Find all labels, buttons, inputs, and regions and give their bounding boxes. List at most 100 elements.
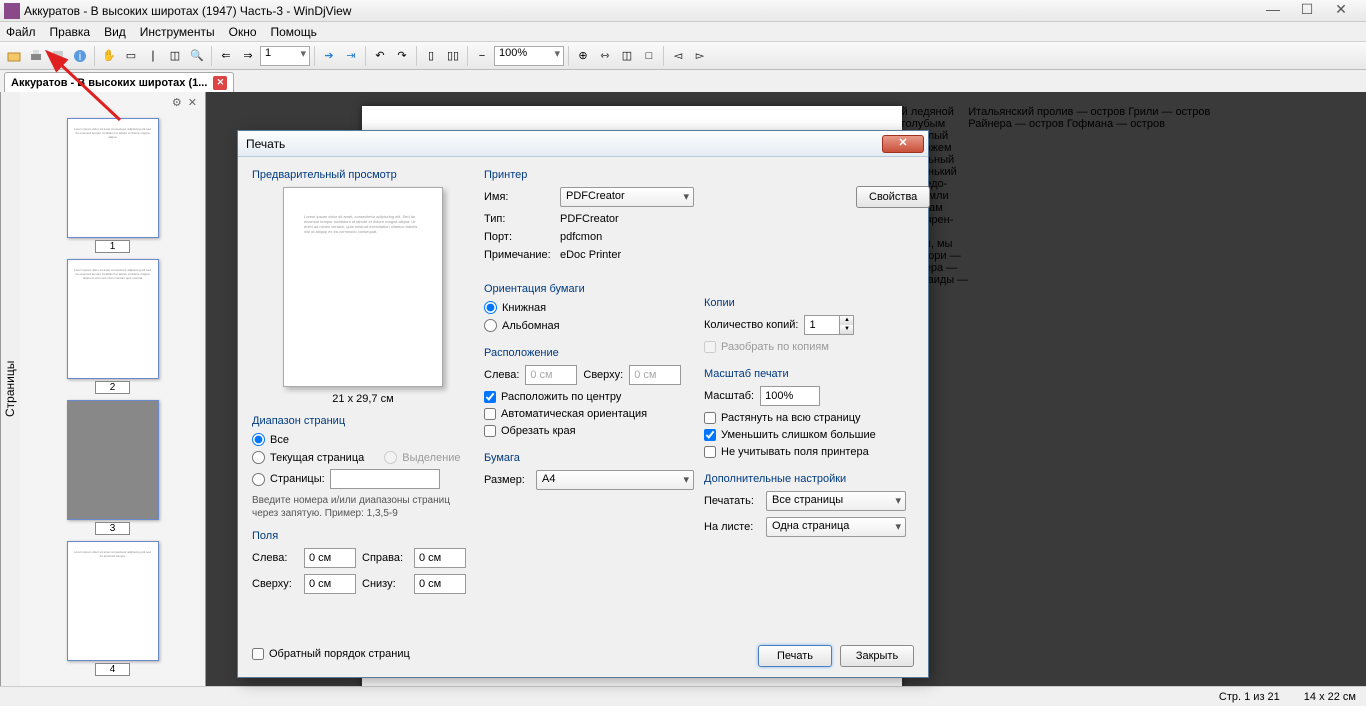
minimize-button[interactable]: — [1260, 4, 1286, 18]
thumb-2[interactable]: Lorem ipsum dolor sit amet consectetur a… [67, 259, 159, 394]
dialog-titlebar[interactable]: Печать ✕ [238, 131, 928, 157]
layout-top-input[interactable] [629, 365, 681, 385]
text-select-icon[interactable]: ❘ [143, 46, 163, 66]
margin-bottom-input[interactable] [414, 574, 466, 594]
orient-landscape[interactable]: Альбомная [484, 319, 694, 332]
open-icon[interactable] [4, 46, 24, 66]
margin-top-input[interactable] [304, 574, 356, 594]
scale-fit[interactable]: Растянуть на всю страницу [704, 412, 906, 424]
zoom-in-icon[interactable]: ⊕ [573, 46, 593, 66]
orient-portrait[interactable]: Книжная [484, 301, 694, 314]
rotate-ccw-icon[interactable]: ↶ [370, 46, 390, 66]
fit-width-icon[interactable]: ⇿ [595, 46, 615, 66]
layout-center[interactable]: Расположить по центру [484, 391, 694, 403]
marquee-icon[interactable]: ◫ [165, 46, 185, 66]
margin-left-input[interactable] [304, 548, 356, 568]
menu-tools[interactable]: Инструменты [140, 25, 215, 39]
find-prev-icon[interactable]: ◅ [668, 46, 688, 66]
paper-title: Бумага [484, 452, 694, 464]
range-current[interactable]: Текущая страница [252, 451, 364, 464]
save-icon [48, 46, 68, 66]
next-page-icon[interactable]: ⇒ [238, 46, 258, 66]
svg-text:i: i [79, 51, 81, 63]
sidebar-title[interactable]: Страницы [0, 92, 20, 686]
extra-print-combo[interactable]: Все страницы [766, 491, 906, 511]
page-text-bottom: Итальянский пролив — остров Грили — остр… [968, 106, 1210, 686]
extra-title: Дополнительные настройки [704, 473, 906, 485]
scale-ignore[interactable]: Не учитывать поля принтера [704, 446, 906, 458]
scale-input[interactable] [760, 386, 820, 406]
panel-close-icon[interactable]: ✕ [188, 96, 197, 112]
copies-group: Копии Количество копий: ▲▼ Разобрать по … [704, 297, 906, 358]
range-selection: Выделение [384, 451, 460, 464]
dialog-close-icon[interactable]: ✕ [882, 135, 924, 153]
document-tab[interactable]: Аккуратов - В высоких широтах (1... ✕ [4, 72, 234, 92]
print-icon[interactable] [26, 46, 46, 66]
range-hint: Введите номера и/или диапазоны страниц ч… [252, 494, 474, 520]
menu-window[interactable]: Окно [229, 25, 257, 39]
printer-group: Принтер Имя:PDFCreatorСвойства Тип:PDFCr… [484, 169, 694, 267]
actual-size-icon[interactable]: □ [639, 46, 659, 66]
reverse-order[interactable]: Обратный порядок страниц [252, 648, 410, 660]
menu-help[interactable]: Помощь [271, 25, 317, 39]
extra-group: Дополнительные настройки Печатать:Все ст… [704, 473, 906, 543]
hand-icon[interactable]: ✋ [99, 46, 119, 66]
paper-size-combo[interactable]: A4 [536, 470, 694, 490]
info-icon[interactable]: i [70, 46, 90, 66]
menu-edit[interactable]: Правка [50, 25, 91, 39]
range-title: Диапазон страниц [252, 415, 474, 427]
dialog-title: Печать [242, 137, 882, 151]
thumb-1[interactable]: Lorem ipsum dolor sit amet consectetur a… [67, 118, 159, 253]
printer-title: Принтер [484, 169, 694, 181]
select-icon[interactable]: ▭ [121, 46, 141, 66]
fit-page-icon[interactable]: ◫ [617, 46, 637, 66]
thumb-3[interactable]: 3 [67, 400, 159, 535]
window-title: Аккуратов - В высоких широтах (1947) Час… [24, 4, 1260, 18]
tabbar: Аккуратов - В высоких широтах (1... ✕ [0, 70, 1366, 92]
layout2-icon[interactable]: ▯▯ [443, 46, 463, 66]
zoom-combo[interactable]: 100% [494, 46, 564, 66]
range-pages-input[interactable] [330, 469, 440, 489]
printer-combo[interactable]: PDFCreator [560, 187, 694, 207]
thumb-num: 1 [95, 240, 131, 253]
layout-title: Расположение [484, 347, 694, 359]
orientation-group: Ориентация бумаги Книжная Альбомная [484, 283, 694, 337]
scale-shrink[interactable]: Уменьшить слишком большие [704, 429, 906, 441]
range-all[interactable]: Все [252, 433, 474, 446]
menu-file[interactable]: Файл [6, 25, 36, 39]
gear-icon[interactable]: ⚙ [172, 96, 182, 112]
rotate-cw-icon[interactable]: ↷ [392, 46, 412, 66]
statusbar: Стр. 1 из 21 14 x 22 см [0, 686, 1366, 706]
toolbar: i ✋ ▭ ❘ ◫ 🔍 ⇐ ⇒ 1 ➔ ⇥ ↶ ↷ ▯ ▯▯ − 100% ⊕ … [0, 42, 1366, 70]
find-next-icon[interactable]: ▻ [690, 46, 710, 66]
margin-right-input[interactable] [414, 548, 466, 568]
copies-title: Копии [704, 297, 906, 309]
forward-icon[interactable]: ➔ [319, 46, 339, 66]
close-button[interactable]: Закрыть [840, 645, 914, 667]
layout-left-input[interactable] [525, 365, 577, 385]
copies-spinner[interactable]: ▲▼ [804, 315, 854, 335]
print-button[interactable]: Печать [758, 645, 832, 667]
maximize-button[interactable]: ☐ [1294, 4, 1320, 18]
thumb-num: 2 [95, 381, 131, 394]
menubar: Файл Правка Вид Инструменты Окно Помощь [0, 22, 1366, 42]
zoom-out-icon[interactable]: − [472, 46, 492, 66]
layout-crop[interactable]: Обрезать края [484, 425, 694, 437]
close-button[interactable]: ✕ [1328, 4, 1354, 18]
last-icon[interactable]: ⇥ [341, 46, 361, 66]
extra-sheet-combo[interactable]: Одна страница [766, 517, 906, 537]
tab-close-icon[interactable]: ✕ [213, 76, 227, 90]
layout-auto[interactable]: Автоматическая ориентация [484, 408, 694, 420]
magnify-icon[interactable]: 🔍 [187, 46, 207, 66]
preview-group: Предварительный просмотр Lorem ipsum dol… [252, 169, 474, 405]
paper-group: Бумага Размер:A4 [484, 452, 694, 496]
page-combo[interactable]: 1 [260, 46, 310, 66]
prev-page-icon[interactable]: ⇐ [216, 46, 236, 66]
printer-props-button[interactable]: Свойства [856, 186, 930, 208]
menu-view[interactable]: Вид [104, 25, 126, 39]
thumb-4[interactable]: Lorem ipsum dolor sit amet consectetur a… [67, 541, 159, 676]
scale-group: Масштаб печати Масштаб: Растянуть на всю… [704, 368, 906, 463]
status-page: Стр. 1 из 21 [1219, 691, 1280, 703]
layout1-icon[interactable]: ▯ [421, 46, 441, 66]
range-pages[interactable]: Страницы: [252, 469, 474, 489]
